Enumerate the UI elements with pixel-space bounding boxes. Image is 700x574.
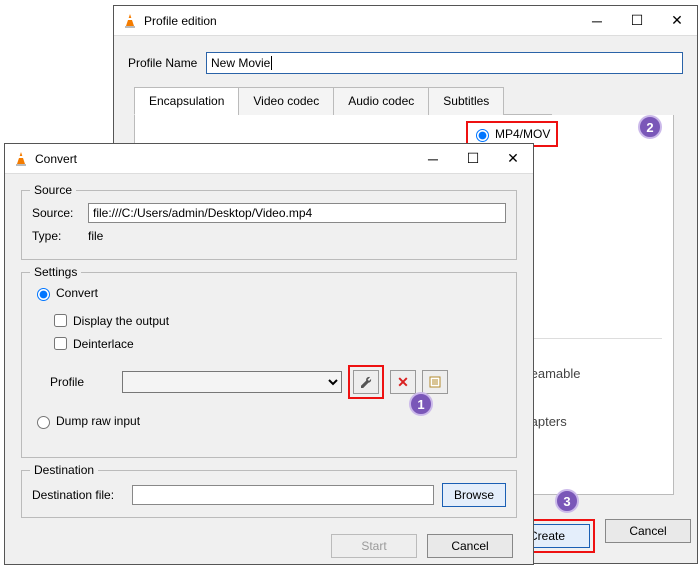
checkbox-display-output-label: Display the output xyxy=(73,314,169,328)
callout-badge-3: 3 xyxy=(555,489,579,513)
text-cursor xyxy=(271,56,272,70)
radio-mp4mov-label: MP4/MOV xyxy=(495,127,550,141)
edit-profile-button[interactable] xyxy=(353,370,379,394)
tab-video-codec[interactable]: Video codec xyxy=(238,87,334,115)
radio-convert-label: Convert xyxy=(56,286,98,300)
delete-icon: ✕ xyxy=(397,374,409,391)
profile-name-label: Profile Name xyxy=(128,56,206,70)
dialog-buttons: Start Cancel xyxy=(19,530,519,560)
checkbox-deinterlace[interactable] xyxy=(54,337,67,350)
minimize-button[interactable]: ─ xyxy=(577,6,617,36)
source-legend: Source xyxy=(30,183,76,197)
vlc-icon xyxy=(13,151,29,167)
checkbox-deinterlace-label: Deinterlace xyxy=(73,337,134,351)
settings-group: Settings Convert Display the output Dein… xyxy=(21,272,517,458)
convert-window: Convert ─ ☐ ✕ Source Source: Type: file … xyxy=(4,143,534,565)
window-title: Convert xyxy=(35,152,413,166)
dest-file-input[interactable] xyxy=(132,485,434,505)
radio-dump-raw-label: Dump raw input xyxy=(56,414,140,428)
tab-encapsulation[interactable]: Encapsulation xyxy=(134,87,239,115)
profile-name-value: New Movie xyxy=(211,56,270,70)
settings-legend: Settings xyxy=(30,265,81,279)
source-group: Source Source: Type: file xyxy=(21,190,517,260)
source-label: Source: xyxy=(32,206,88,220)
cancel-button[interactable]: Cancel xyxy=(605,519,691,543)
tabs: Encapsulation Video codec Audio codec Su… xyxy=(134,86,552,115)
titlebar[interactable]: Convert ─ ☐ ✕ xyxy=(5,144,533,174)
maximize-button[interactable]: ☐ xyxy=(617,6,657,36)
minimize-button[interactable]: ─ xyxy=(413,144,453,174)
source-input[interactable] xyxy=(88,203,506,223)
destination-group: Destination Destination file: Browse xyxy=(21,470,517,518)
maximize-button[interactable]: ☐ xyxy=(453,144,493,174)
titlebar[interactable]: Profile edition ─ ☐ ✕ xyxy=(114,6,697,36)
profile-label: Profile xyxy=(50,375,122,389)
cancel-button[interactable]: Cancel xyxy=(427,534,513,558)
type-label: Type: xyxy=(32,229,88,243)
window-title: Profile edition xyxy=(144,14,577,28)
tab-audio-codec[interactable]: Audio codec xyxy=(333,87,429,115)
delete-profile-button[interactable]: ✕ xyxy=(390,370,416,394)
browse-button[interactable]: Browse xyxy=(442,483,506,507)
callout-badge-1: 1 xyxy=(409,392,433,416)
destination-legend: Destination xyxy=(30,463,98,477)
new-profile-button[interactable] xyxy=(422,370,448,394)
profile-name-input[interactable]: New Movie xyxy=(206,52,683,74)
radio-mp4mov[interactable] xyxy=(476,129,489,142)
type-value: file xyxy=(88,229,103,243)
highlight-edit-profile xyxy=(348,365,384,399)
dest-file-label: Destination file: xyxy=(32,488,132,502)
close-button[interactable]: ✕ xyxy=(657,6,697,36)
radio-convert[interactable] xyxy=(37,288,50,301)
radio-dump-raw[interactable] xyxy=(37,416,50,429)
new-profile-icon xyxy=(428,375,442,389)
vlc-icon xyxy=(122,13,138,29)
tab-subtitles[interactable]: Subtitles xyxy=(428,87,504,115)
callout-badge-2: 2 xyxy=(638,115,662,139)
close-button[interactable]: ✕ xyxy=(493,144,533,174)
profile-select[interactable] xyxy=(122,371,342,393)
wrench-icon xyxy=(359,375,373,389)
checkbox-display-output[interactable] xyxy=(54,314,67,327)
start-button[interactable]: Start xyxy=(331,534,417,558)
